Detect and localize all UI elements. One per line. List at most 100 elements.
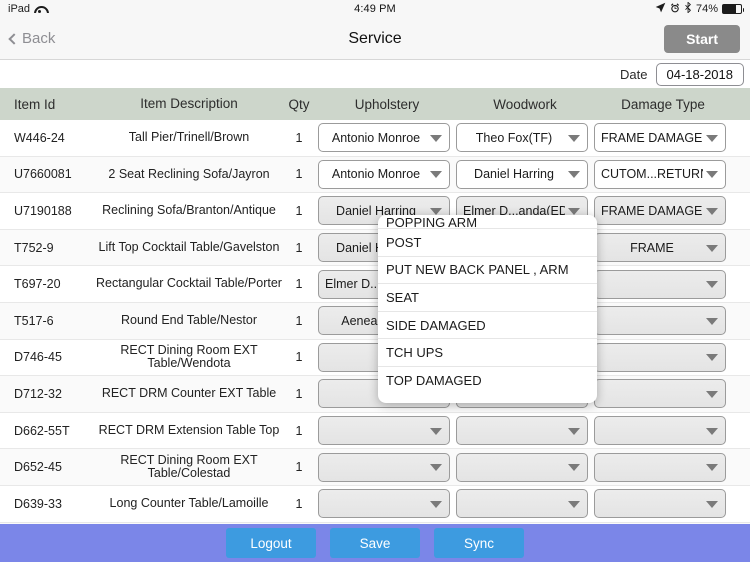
column-header-item-id: Item Id [14, 96, 56, 112]
cell-item-description: Reclining Sofa/Branton/Antique [102, 203, 276, 218]
table-row[interactable]: T517-6 Round End Table/Nestor 1 Aeneaus J..… [0, 302, 750, 340]
damage-type-dropdown-value: FRAME DAMAGED [601, 130, 703, 145]
cell-item-id: T697-20 [14, 277, 61, 292]
column-header-upholstery: Upholstery [354, 96, 420, 112]
damage-type-dropdown-cell: CUTOM...RETURN [594, 159, 732, 189]
chevron-down-icon [706, 390, 718, 398]
damage-type-dropdown[interactable] [594, 379, 726, 409]
woodwork-dropdown[interactable] [456, 452, 588, 482]
damage-type-dropdown[interactable]: FRAME DAMAGED [594, 196, 726, 226]
navigation-bar: Back Service Start [0, 18, 750, 60]
damage-type-dropdown[interactable] [594, 306, 726, 336]
bluetooth-icon [684, 1, 692, 16]
logout-button[interactable]: Logout [226, 528, 316, 558]
ios-status-bar: iPad 4:49 PM 74% [0, 0, 750, 18]
upholstery-dropdown-value: Antonio Monroe [331, 130, 421, 145]
dropdown-option[interactable]: SEAT [378, 284, 597, 312]
start-button[interactable]: Start [664, 24, 740, 53]
woodwork-dropdown-cell: Daniel Harring [456, 159, 594, 189]
sync-button[interactable]: Sync [434, 528, 524, 558]
save-button[interactable]: Save [330, 528, 420, 558]
damage-type-dropdown-cell: FRAME DAMAGED [594, 123, 732, 153]
cell-qty: 1 [295, 313, 303, 328]
upholstery-dropdown[interactable] [318, 489, 450, 519]
cell-item-description: RECT Dining Room EXT Table/Wendota [120, 342, 258, 371]
upholstery-dropdown[interactable] [318, 452, 450, 482]
damage-type-dropdown[interactable]: FRAME DAMAGED [594, 123, 726, 153]
damage-type-dropdown[interactable] [594, 416, 726, 446]
cell-item-id: U7190188 [14, 203, 72, 218]
table-body: W446-24 Tall Pier/Trinell/Brown 1 Antonio M… [0, 120, 750, 560]
table-row[interactable]: U7190188 Reclining Sofa/Branton/Antique 1 D… [0, 193, 750, 230]
damage-type-dropdown-cell [594, 489, 732, 519]
table-row[interactable]: T752-9 Lift Top Cocktail Table/Gavelston 1… [0, 229, 750, 267]
upholstery-dropdown-cell [318, 416, 456, 446]
cell-item-description: RECT Dining Room EXT Table/Colestad [120, 452, 258, 481]
dropdown-option[interactable]: PUT NEW BACK PANEL , ARM [378, 257, 597, 285]
cell-item-description: RECT DRM Counter EXT Table [101, 386, 277, 401]
chevron-down-icon [430, 500, 442, 508]
table-row[interactable]: U7660081 2 Seat Reclining Sofa/Jayron 1 Ant… [0, 156, 750, 194]
battery-icon [722, 4, 744, 14]
cell-item-description: Round End Table/Nestor [121, 313, 257, 328]
damage-type-dropdown[interactable] [594, 269, 726, 299]
chevron-down-icon [430, 134, 442, 142]
table-row[interactable]: D662-55T RECT DRM Extension Table Top 1 [0, 412, 750, 450]
chevron-down-icon [706, 464, 718, 472]
cell-qty: 1 [295, 386, 303, 401]
chevron-down-icon [430, 171, 442, 179]
column-header-woodwork: Woodwork [493, 96, 557, 112]
upholstery-dropdown-cell [318, 452, 456, 482]
cell-item-description: RECT DRM Extension Table Top [98, 422, 280, 437]
upholstery-dropdown-value: Antonio Monroe [331, 167, 421, 182]
table-row[interactable]: D639-33 Long Counter Table/Lamoille 1 [0, 485, 750, 523]
upholstery-dropdown[interactable]: Antonio Monroe [318, 159, 450, 189]
woodwork-dropdown[interactable]: Theo Fox(TF) [456, 123, 588, 153]
upholstery-dropdown-cell: Antonio Monroe [318, 159, 456, 189]
table-row[interactable]: D746-45 RECT Dining Room EXT Table/Wendot… [0, 339, 750, 377]
table-row[interactable]: W446-24 Tall Pier/Trinell/Brown 1 Antonio M… [0, 120, 750, 157]
damage-type-dropdown[interactable] [594, 452, 726, 482]
woodwork-dropdown[interactable] [456, 489, 588, 519]
dropdown-option[interactable]: TCH UPS [378, 339, 597, 367]
chevron-down-icon [706, 427, 718, 435]
chevron-down-icon [568, 464, 580, 472]
table-row[interactable]: D712-32 RECT DRM Counter EXT Table 1 [0, 376, 750, 413]
column-header-item-description: Item Description [140, 96, 238, 112]
table-row[interactable]: T697-20 Rectangular Cocktail Table/Porter… [0, 266, 750, 303]
damage-type-dropdown[interactable]: FRAME [594, 233, 726, 263]
cell-item-description: Rectangular Cocktail Table/Porter [96, 276, 282, 291]
cell-item-description: Tall Pier/Trinell/Brown [128, 130, 250, 145]
cell-item-id: D712-32 [14, 386, 62, 401]
dropdown-option[interactable]: POST [378, 229, 597, 257]
woodwork-dropdown-value: Daniel Harring [474, 167, 554, 182]
cell-qty: 1 [295, 460, 303, 475]
damage-type-dropdown[interactable] [594, 342, 726, 372]
table-row[interactable]: D652-45 RECT Dining Room EXT Table/Colest… [0, 449, 750, 486]
chevron-down-icon [706, 317, 718, 325]
upholstery-dropdown-cell [318, 489, 456, 519]
damage-type-dropdown[interactable]: CUTOM...RETURN [594, 159, 726, 189]
dropdown-option[interactable]: SIDE DAMAGED [378, 312, 597, 340]
chevron-down-icon [706, 281, 718, 289]
upholstery-dropdown[interactable] [318, 416, 450, 446]
cell-qty: 1 [295, 167, 303, 182]
date-input[interactable]: 04-18-2018 [655, 62, 744, 86]
chevron-down-icon [430, 427, 442, 435]
status-bar-clock: 4:49 PM [354, 3, 396, 15]
dropdown-option[interactable]: TOP DAMAGED [378, 367, 597, 395]
woodwork-dropdown[interactable] [456, 416, 588, 446]
cell-item-description: Long Counter Table/Lamoille [109, 495, 269, 510]
dropdown-option[interactable]: POPPING ARM [378, 215, 597, 229]
cell-qty: 1 [295, 240, 303, 255]
cell-item-id: U7660081 [14, 167, 72, 182]
cell-qty: 1 [295, 496, 303, 511]
woodwork-dropdown[interactable]: Daniel Harring [456, 159, 588, 189]
woodwork-dropdown-cell [456, 452, 594, 482]
damage-type-dropdown-cell [594, 379, 732, 409]
cell-item-id: T752-9 [14, 240, 54, 255]
cell-item-id: D639-33 [14, 496, 62, 511]
upholstery-dropdown[interactable]: Antonio Monroe [318, 123, 450, 153]
damage-type-dropdown-list[interactable]: POPPING ARM POST PUT NEW BACK PANEL , ARM S… [378, 215, 597, 403]
damage-type-dropdown[interactable] [594, 489, 726, 519]
